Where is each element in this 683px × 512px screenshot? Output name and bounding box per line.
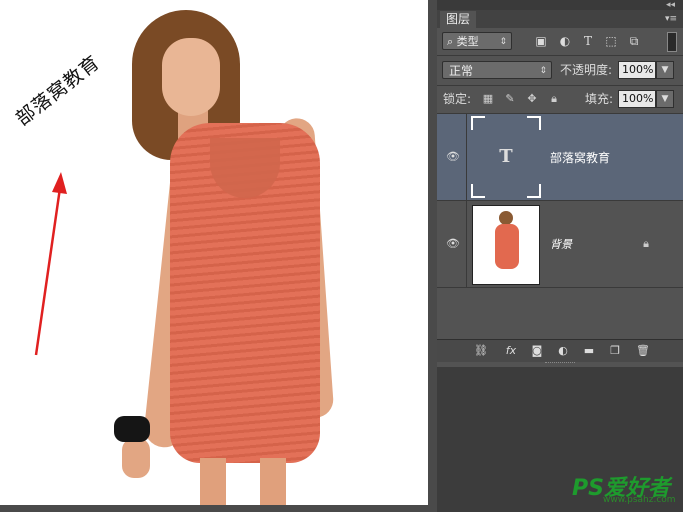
shape-filter-icon[interactable]: ⬚ — [603, 33, 619, 49]
canvas-overlay-text[interactable]: 部落窝教育 — [9, 48, 104, 131]
filter-label: 类型 — [456, 35, 479, 48]
red-arrow — [34, 172, 67, 356]
eye-icon[interactable]: 👁︎ — [446, 150, 460, 164]
link-layers-icon[interactable]: ⛓︎ — [473, 343, 489, 359]
layer-name[interactable]: 部落窝教育 — [550, 149, 610, 166]
smart-object-filter-icon[interactable]: ⧉ — [626, 33, 642, 49]
divider — [466, 201, 467, 287]
collapse-panel-icon[interactable]: ◂◂ — [666, 0, 675, 10]
chevron-updown-icon: ⇕ — [539, 66, 547, 76]
lock-move-icon[interactable]: ✥ — [525, 92, 539, 106]
new-group-icon[interactable]: ▬ — [581, 343, 597, 359]
thumb-model-head — [499, 211, 513, 225]
divider — [437, 85, 683, 86]
divider — [437, 55, 683, 56]
panel-tabbar: 图层 ▾≡ — [437, 10, 683, 28]
adjustment-layer-icon[interactable]: ◐ — [555, 343, 571, 359]
lock-all-icon[interactable]: 🔒︎ — [547, 92, 561, 106]
new-layer-icon[interactable]: ❐ — [607, 343, 623, 359]
divider — [466, 114, 467, 200]
fill-label: 填充: — [585, 92, 614, 106]
layers-bottom-toolbar: ⛓︎ fx ◙ ◐ ▬ ❐ 🗑︎ — [437, 339, 683, 362]
layers-panel: ◂◂ 图层 ▾≡ ⌕ 类型 ⇕ ▣ ◐ T ⬚ ⧉ 正常 ⇕ 不透明度: 100… — [437, 0, 683, 512]
filter-row: ⌕ 类型 ⇕ ▣ ◐ T ⬚ ⧉ — [437, 28, 683, 56]
trash-icon[interactable]: 🗑︎ — [635, 343, 651, 359]
fx-icon[interactable]: fx — [503, 343, 519, 359]
search-icon: ⌕ — [447, 35, 457, 48]
model-face — [162, 38, 220, 116]
canvas-edge-bottom — [0, 505, 437, 512]
model-bracelet — [114, 416, 150, 442]
blend-row: 正常 ⇕ 不透明度: 100% ▼ — [437, 58, 683, 84]
lock-transparent-icon[interactable]: ▦ — [481, 92, 495, 106]
tab-layers[interactable]: 图层 — [440, 11, 477, 28]
opacity-label: 不透明度: — [560, 63, 613, 77]
model-leg-right — [260, 458, 286, 505]
type-layer-icon: T — [499, 146, 513, 167]
model-leg-left — [200, 458, 226, 505]
pixel-filter-icon[interactable]: ▣ — [533, 33, 549, 49]
document-canvas[interactable]: 部落窝教育 — [0, 0, 437, 512]
panel-header-bar: ◂◂ — [437, 0, 683, 10]
fill-input[interactable]: 100% — [618, 90, 656, 108]
opacity-dropdown[interactable]: ▼ — [656, 61, 674, 79]
model-hand — [122, 438, 150, 478]
eye-icon[interactable]: 👁︎ — [446, 237, 460, 251]
add-mask-icon[interactable]: ◙ — [529, 343, 545, 359]
layer-name[interactable]: 背景 — [550, 236, 572, 252]
blend-mode-value: 正常 — [449, 64, 474, 78]
filter-toggle[interactable] — [667, 32, 677, 52]
lock-icon: 🔒︎ — [643, 237, 649, 250]
adjustment-filter-icon[interactable]: ◐ — [557, 33, 573, 49]
chevron-updown-icon: ⇕ — [499, 37, 507, 47]
lock-row: 锁定: ▦ ✎ ✥ 🔒︎ 填充: 100% ▼ — [437, 87, 683, 113]
model-photo — [100, 8, 360, 505]
type-filter-icon[interactable]: T — [580, 33, 596, 49]
thumb-model-dress — [495, 224, 519, 269]
layer-filter-select[interactable]: ⌕ 类型 ⇕ — [442, 32, 512, 50]
divider — [437, 287, 683, 288]
background-layer-thumbnail[interactable] — [472, 205, 540, 285]
fill-dropdown[interactable]: ▼ — [656, 90, 674, 108]
text-layer-thumbnail[interactable]: T — [471, 116, 541, 198]
layer-row-text[interactable]: 👁︎ T 部落窝教育 — [437, 114, 683, 200]
watermark-url: www.psahz.com — [603, 495, 676, 505]
lock-label: 锁定: — [443, 92, 472, 106]
opacity-input[interactable]: 100% — [618, 61, 656, 79]
panel-menu-icon[interactable]: ▾≡ — [665, 14, 677, 24]
lock-brush-icon[interactable]: ✎ — [503, 92, 517, 106]
canvas-edge — [428, 0, 437, 512]
layer-row-background[interactable]: 👁︎ 背景 🔒︎ — [437, 201, 683, 287]
blend-mode-select[interactable]: 正常 ⇕ — [442, 61, 552, 79]
